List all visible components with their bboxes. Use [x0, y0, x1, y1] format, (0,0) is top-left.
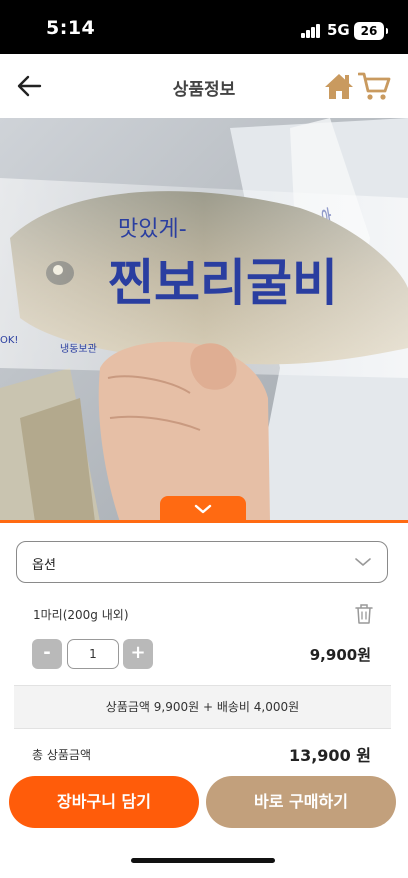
battery-icon: 26: [354, 22, 388, 40]
home-button[interactable]: [324, 72, 354, 100]
add-to-cart-button[interactable]: 장바구니 담기: [9, 776, 199, 828]
quantity-decrease-button[interactable]: -: [32, 639, 62, 669]
signal-icon: [301, 24, 323, 38]
status-bar: 5:14 5G 26: [0, 0, 408, 54]
home-icon: [325, 74, 353, 99]
svg-text:OK!: OK!: [0, 335, 18, 346]
quantity-input[interactable]: 1: [67, 639, 119, 669]
trash-icon: [355, 604, 373, 624]
chevron-down-icon: [355, 558, 371, 566]
price-summary: 상품금액 9,900원 + 배송비 4,000원: [14, 685, 391, 729]
svg-text:찐보리굴비: 찐보리굴비: [108, 254, 338, 312]
buy-now-button[interactable]: 바로 구매하기: [206, 776, 396, 828]
status-time: 5:14: [46, 17, 96, 39]
product-image: ᄒ냉동보관 맛있게- 찐보리굴비 냉동보관 OK!: [0, 118, 408, 522]
app-header: 상품정보: [0, 54, 408, 118]
network-label: 5G: [327, 21, 350, 39]
expand-image-button[interactable]: [160, 496, 246, 522]
selected-item-name: 1마리(200g 내외): [33, 608, 129, 622]
option-select-label: 옵션: [32, 558, 56, 573]
svg-text:맛있게-: 맛있게-: [118, 217, 187, 242]
total-price: 13,900 원: [288, 746, 371, 765]
total-label: 총 상품금액: [32, 748, 92, 762]
product-photo: ᄒ냉동보관 맛있게- 찐보리굴비 냉동보관 OK!: [0, 118, 408, 522]
home-indicator: [131, 858, 275, 863]
remove-item-button[interactable]: [354, 603, 374, 625]
svg-text:냉동보관: 냉동보관: [60, 343, 97, 355]
quantity-increase-button[interactable]: +: [123, 639, 153, 669]
chevron-down-icon: [194, 504, 212, 514]
item-price: 9,900원: [309, 646, 371, 664]
option-select[interactable]: 옵션: [16, 541, 388, 583]
cart-button[interactable]: [357, 71, 392, 101]
cart-icon: [357, 72, 391, 100]
